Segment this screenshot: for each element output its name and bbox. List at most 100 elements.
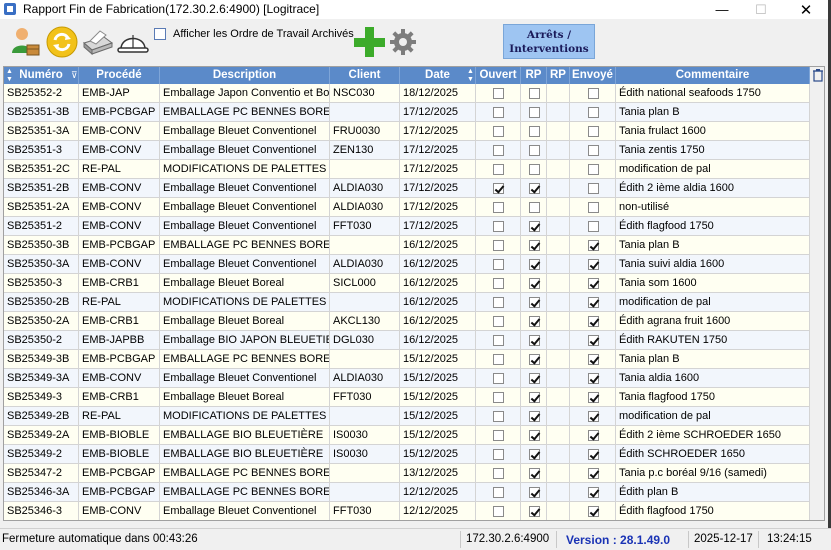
table-row[interactable]: SB25351-3A EMB-CONV Emballage Bleuet Conve… [4, 122, 824, 141]
cell-description[interactable]: Emballage BIO JAPON BLEUETIEF [160, 331, 330, 350]
ouvert-checkbox[interactable] [493, 335, 504, 346]
cell-description[interactable]: MODIFICATIONS DE PALETTES [160, 407, 330, 426]
cell-date[interactable]: 17/12/2025 [400, 198, 476, 217]
cell-procede[interactable]: EMB-PCBGAP [79, 236, 160, 255]
cell-date[interactable]: 12/12/2025 [400, 502, 476, 520]
cell-date[interactable]: 18/12/2025 [400, 84, 476, 103]
cell-commentaire[interactable]: Tania plan B [616, 103, 810, 122]
cell-date[interactable]: 17/12/2025 [400, 122, 476, 141]
cell-numero[interactable]: SB25349-3 [4, 388, 79, 407]
cell-description[interactable]: Emballage Bleuet Boreal [160, 388, 330, 407]
envoye-checkbox[interactable] [588, 506, 599, 517]
table-row[interactable]: SB25350-3B EMB-PCBGAP EMBALLAGE PC BENNES … [4, 236, 824, 255]
rp-checkbox[interactable] [529, 297, 540, 308]
table-row[interactable]: SB25350-2B RE-PAL MODIFICATIONS DE PALETTE… [4, 293, 824, 312]
arrets-interventions-button[interactable]: Arrêts / Interventions [503, 24, 595, 59]
rp-checkbox[interactable] [529, 221, 540, 232]
cell-procede[interactable]: EMB-PCBGAP [79, 350, 160, 369]
cell-numero[interactable]: SB25351-3 [4, 141, 79, 160]
cell-date[interactable]: 16/12/2025 [400, 293, 476, 312]
envoye-checkbox[interactable] [588, 430, 599, 441]
cell-numero[interactable]: SB25351-2C [4, 160, 79, 179]
header-rp[interactable]: RP [521, 67, 547, 84]
envoye-checkbox[interactable] [588, 164, 599, 175]
envoye-checkbox[interactable] [588, 278, 599, 289]
cell-commentaire[interactable]: modification de pal [616, 160, 810, 179]
table-row[interactable]: SB25351-2B EMB-CONV Emballage Bleuet Conve… [4, 179, 824, 198]
cell-numero[interactable]: SB25346-3A [4, 483, 79, 502]
cell-procede[interactable]: EMB-PCBGAP [79, 464, 160, 483]
table-row[interactable]: SB25349-2A EMB-BIOBLE EMBALLAGE BIO BLEUET… [4, 426, 824, 445]
cell-numero[interactable]: SB25349-2 [4, 445, 79, 464]
cell-client[interactable]: SICL000 [330, 274, 400, 293]
cell-client[interactable] [330, 407, 400, 426]
cell-commentaire[interactable]: Édith flagfood 1750 [616, 502, 810, 520]
cell-description[interactable]: Emballage Bleuet Boreal [160, 274, 330, 293]
cell-procede[interactable]: EMB-BIOBLE [79, 426, 160, 445]
cell-numero[interactable]: SB25350-3B [4, 236, 79, 255]
cell-description[interactable]: Emballage Bleuet Conventionel [160, 255, 330, 274]
cell-description[interactable]: Emballage Bleuet Conventionel [160, 198, 330, 217]
cell-commentaire[interactable]: Tania p.c boréal 9/16 (samedi) [616, 464, 810, 483]
minimize-button[interactable]: — [702, 0, 742, 19]
cell-procede[interactable]: EMB-JAP [79, 84, 160, 103]
rp-checkbox[interactable] [529, 183, 540, 194]
cell-client[interactable]: FFT030 [330, 388, 400, 407]
cell-description[interactable]: Emballage Bleuet Conventionel [160, 369, 330, 388]
cell-client[interactable]: ALDIA030 [330, 179, 400, 198]
cell-procede[interactable]: RE-PAL [79, 407, 160, 426]
cell-description[interactable]: MODIFICATIONS DE PALETTES [160, 160, 330, 179]
cell-commentaire[interactable]: Édith national seafoods 1750 [616, 84, 810, 103]
cell-date[interactable]: 15/12/2025 [400, 445, 476, 464]
envoye-checkbox[interactable] [588, 335, 599, 346]
cell-commentaire[interactable]: modification de pal [616, 293, 810, 312]
cell-procede[interactable]: EMB-CONV [79, 369, 160, 388]
table-row[interactable]: SB25351-2C RE-PAL MODIFICATIONS DE PALETTE… [4, 160, 824, 179]
rp-checkbox[interactable] [529, 126, 540, 137]
printer-icon[interactable] [80, 25, 114, 59]
cell-commentaire[interactable]: Tania zentis 1750 [616, 141, 810, 160]
cell-date[interactable]: 16/12/2025 [400, 331, 476, 350]
ouvert-checkbox[interactable] [493, 468, 504, 479]
cell-procede[interactable]: EMB-PCBGAP [79, 483, 160, 502]
rp-checkbox[interactable] [529, 430, 540, 441]
cell-description[interactable]: Emballage Bleuet Conventionel [160, 141, 330, 160]
cell-commentaire[interactable]: Tania suivi aldia 1600 [616, 255, 810, 274]
cell-numero[interactable]: SB25349-3A [4, 369, 79, 388]
table-row[interactable]: SB25349-3B EMB-PCBGAP EMBALLAGE PC BENNES … [4, 350, 824, 369]
cell-description[interactable]: EMBALLAGE PC BENNES BOREA [160, 236, 330, 255]
table-row[interactable]: SB25350-3 EMB-CRB1 Emballage Bleuet Boreal… [4, 274, 824, 293]
cell-client[interactable]: ALDIA030 [330, 369, 400, 388]
header-rp-2[interactable]: RP [547, 67, 570, 84]
ouvert-checkbox[interactable] [493, 107, 504, 118]
cell-procede[interactable]: EMB-CRB1 [79, 388, 160, 407]
cell-description[interactable]: EMBALLAGE PC BENNES BOREA [160, 103, 330, 122]
cell-procede[interactable]: EMB-CONV [79, 255, 160, 274]
rp-checkbox[interactable] [529, 335, 540, 346]
rp-checkbox[interactable] [529, 354, 540, 365]
cell-numero[interactable]: SB25349-3B [4, 350, 79, 369]
cell-procede[interactable]: EMB-JAPBB [79, 331, 160, 350]
table-row[interactable]: SB25352-2 EMB-JAP Emballage Japon Conventi… [4, 84, 824, 103]
cell-date[interactable]: 15/12/2025 [400, 407, 476, 426]
cell-procede[interactable]: EMB-CONV [79, 179, 160, 198]
cell-client[interactable] [330, 483, 400, 502]
cell-commentaire[interactable]: Tania flagfood 1750 [616, 388, 810, 407]
envoye-checkbox[interactable] [588, 202, 599, 213]
table-row[interactable]: SB25350-3A EMB-CONV Emballage Bleuet Conve… [4, 255, 824, 274]
envoye-checkbox[interactable] [588, 107, 599, 118]
envoye-checkbox[interactable] [588, 411, 599, 422]
cell-numero[interactable]: SB25349-2A [4, 426, 79, 445]
cell-date[interactable]: 15/12/2025 [400, 388, 476, 407]
cell-client[interactable]: DGL030 [330, 331, 400, 350]
cell-client[interactable]: FRU0030 [330, 122, 400, 141]
cell-client[interactable] [330, 103, 400, 122]
gear-icon[interactable] [388, 27, 418, 57]
cell-commentaire[interactable]: Tania som 1600 [616, 274, 810, 293]
envoye-checkbox[interactable] [588, 316, 599, 327]
envoye-checkbox[interactable] [588, 183, 599, 194]
ouvert-checkbox[interactable] [493, 88, 504, 99]
envoye-checkbox[interactable] [588, 126, 599, 137]
rp-checkbox[interactable] [529, 392, 540, 403]
header-commentaire[interactable]: Commentaire [616, 67, 810, 84]
